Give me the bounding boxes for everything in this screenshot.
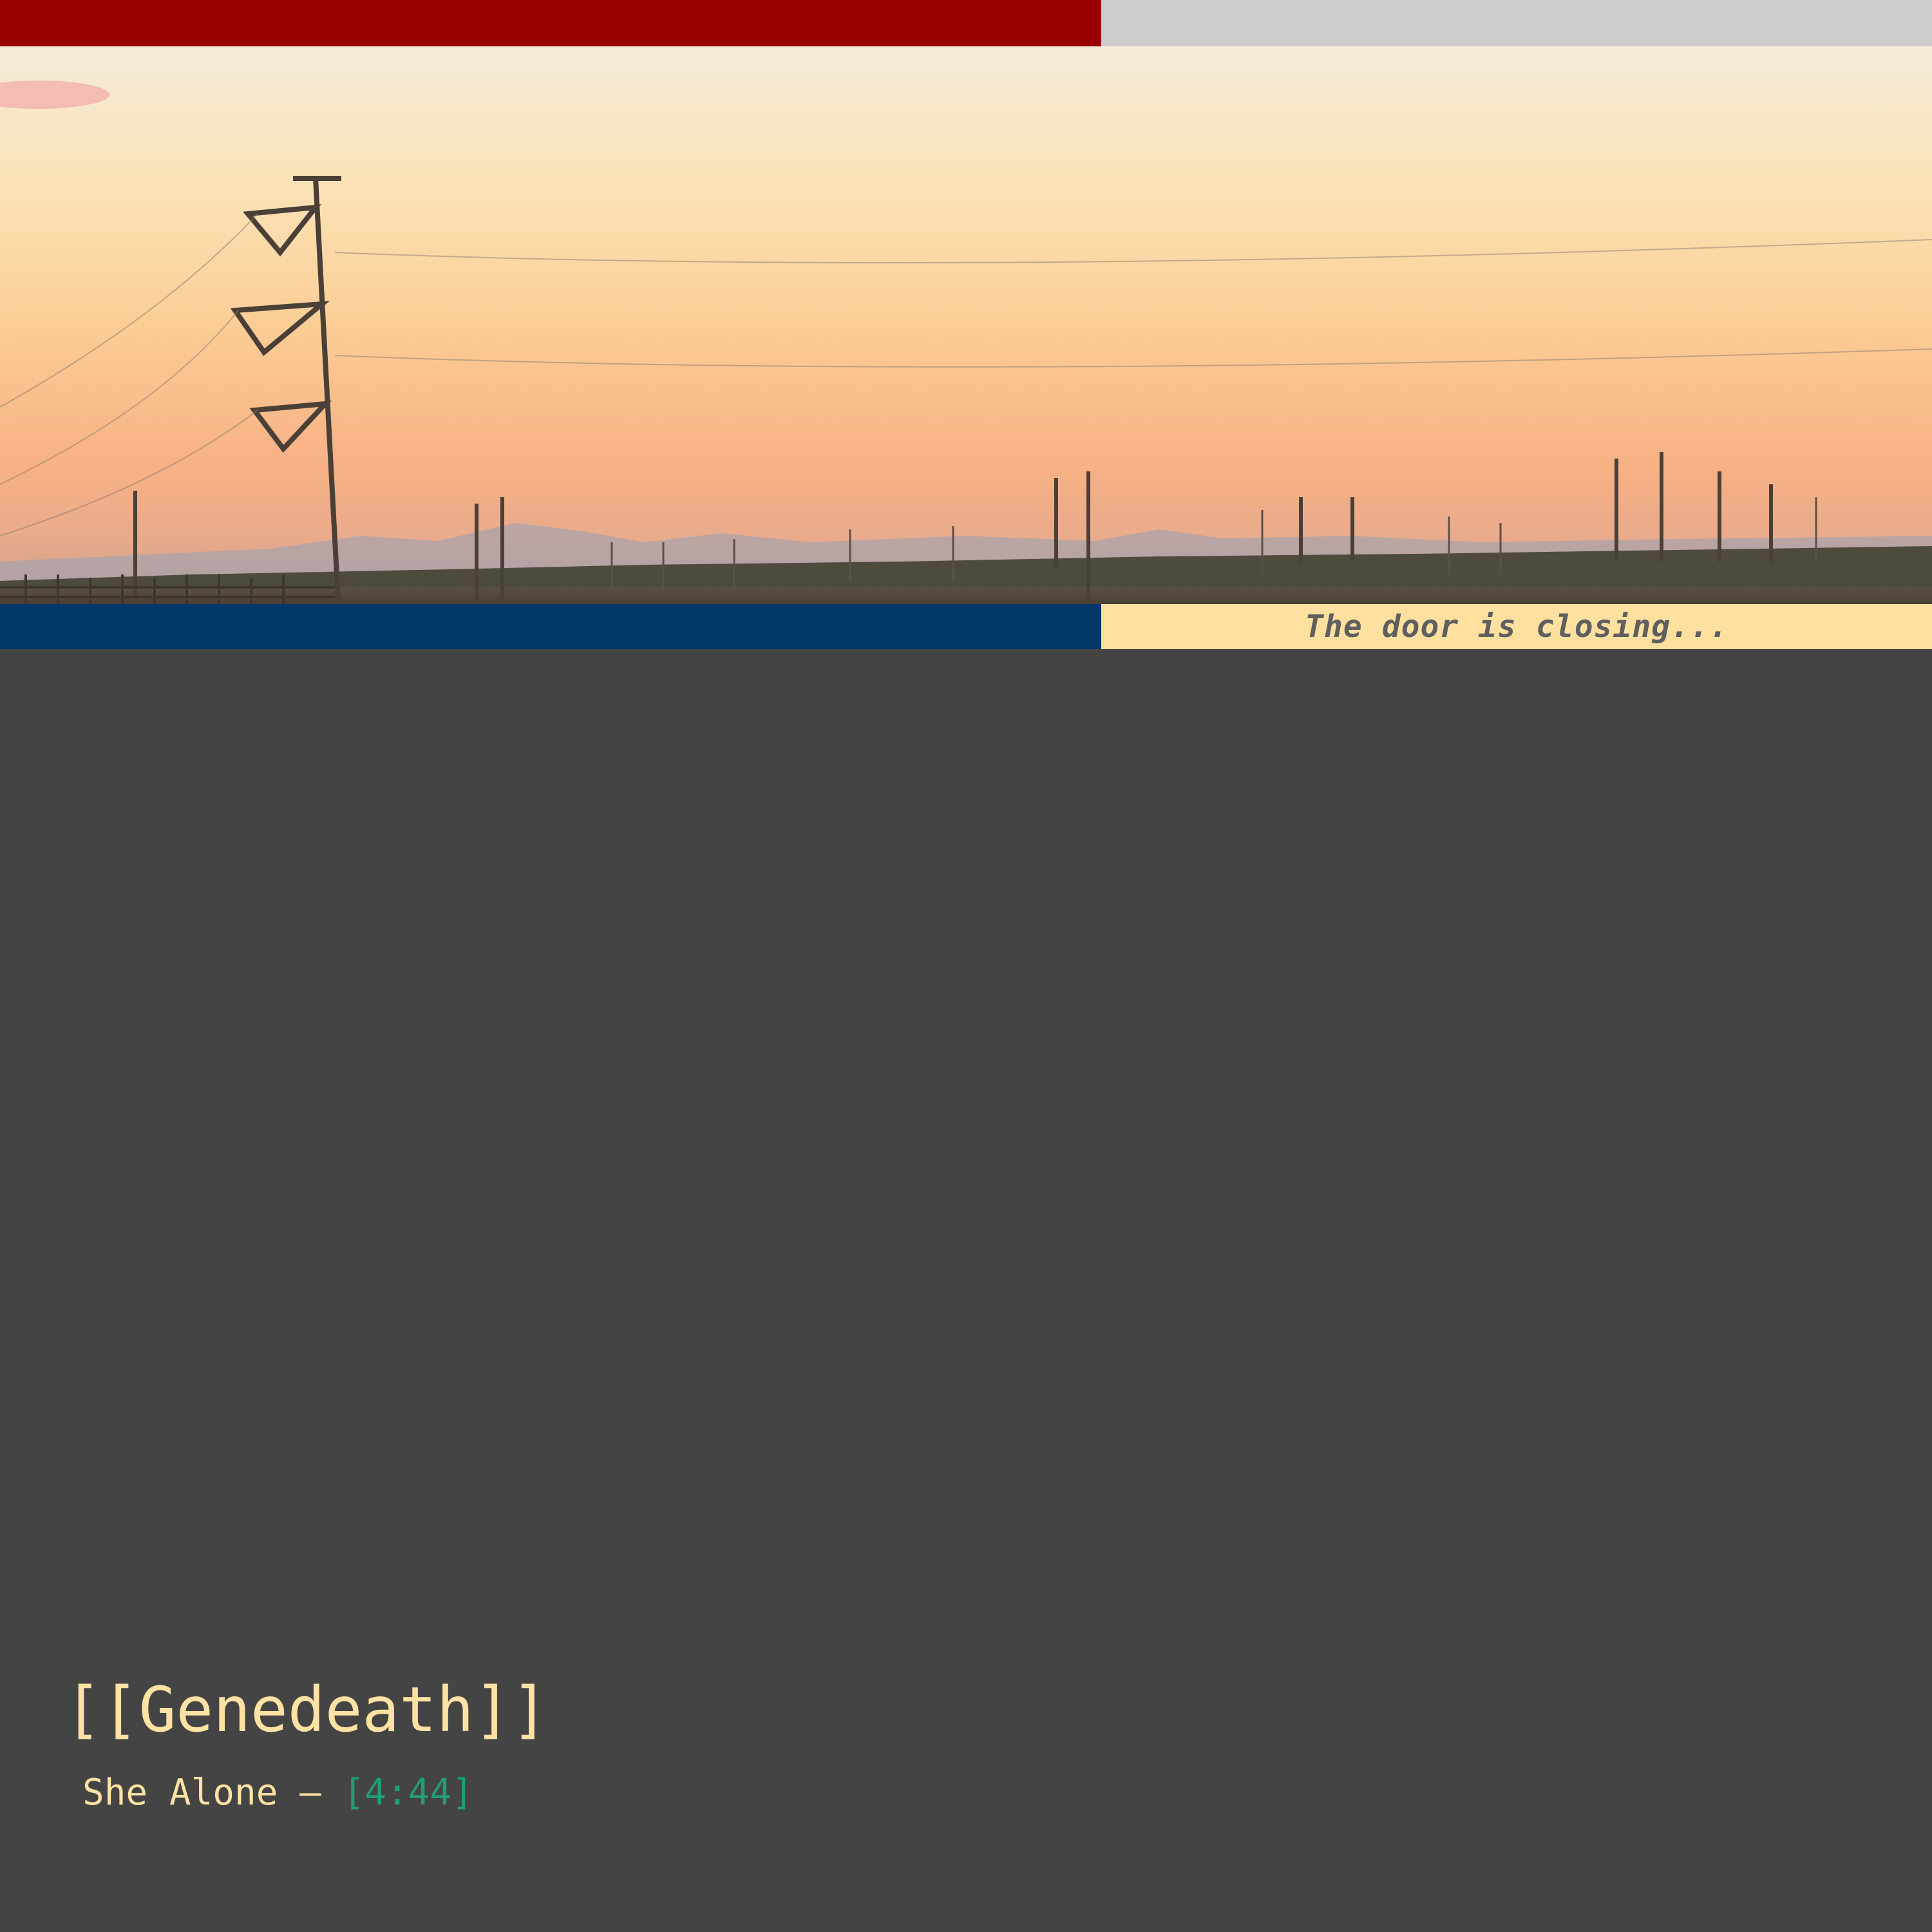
page: The door is closing... [[Genedeath]] She…	[0, 0, 1932, 1932]
hero-image	[0, 46, 1932, 604]
banner-cream-segment: The door is closing...	[1101, 604, 1932, 649]
top-color-bar	[0, 0, 1932, 46]
top-bar-red-segment	[0, 0, 1101, 46]
track-line: She Alone – [4:44]	[82, 1772, 548, 1814]
track-duration: [4:44]	[343, 1772, 473, 1814]
banner-blue-segment	[0, 604, 1101, 649]
banner-bar: The door is closing...	[0, 604, 1932, 649]
sunset-power-lines-image	[0, 46, 1932, 604]
track-separator: –	[299, 1772, 321, 1814]
tagline-text: The door is closing...	[1305, 609, 1728, 645]
top-bar-grey-segment	[1101, 0, 1932, 46]
artist-name: [[Genedeath]]	[64, 1674, 549, 1746]
track-info: [[Genedeath]] She Alone – [4:44]	[64, 1671, 548, 1814]
track-title: She Alone	[82, 1772, 278, 1814]
